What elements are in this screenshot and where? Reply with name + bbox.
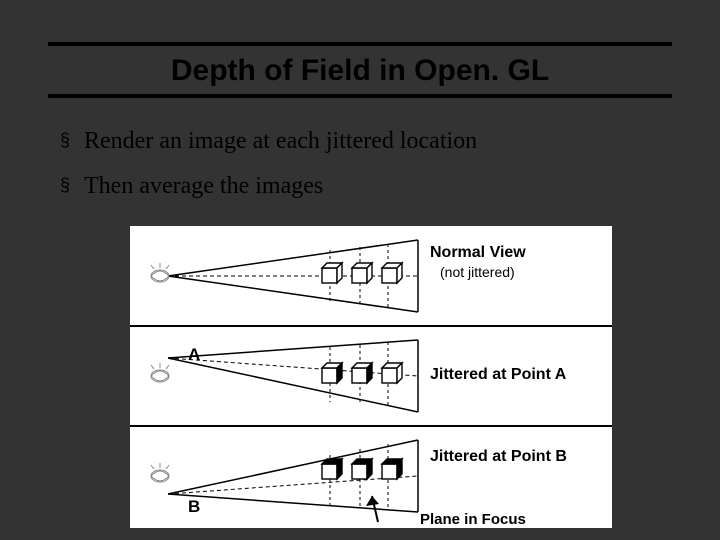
label-jittered-a: Jittered at Point A (430, 366, 566, 384)
bullet-list: Render an image at each jittered locatio… (60, 128, 477, 218)
page-title: Depth of Field in Open. GL (0, 54, 720, 88)
label-plane-in-focus: Plane in Focus (420, 511, 526, 528)
svg-text:B: B (188, 497, 200, 516)
label-not-jittered: (not jittered) (440, 264, 515, 280)
rule-under-title (48, 94, 672, 98)
diagram: A (130, 226, 612, 528)
label-normal-view: Normal View (430, 244, 526, 262)
label-jittered-b: Jittered at Point B (430, 448, 567, 466)
svg-text:A: A (188, 345, 200, 364)
rule-top (48, 42, 672, 46)
bullet-item: Render an image at each jittered locatio… (60, 128, 477, 155)
bullet-item: Then average the images (60, 173, 477, 200)
